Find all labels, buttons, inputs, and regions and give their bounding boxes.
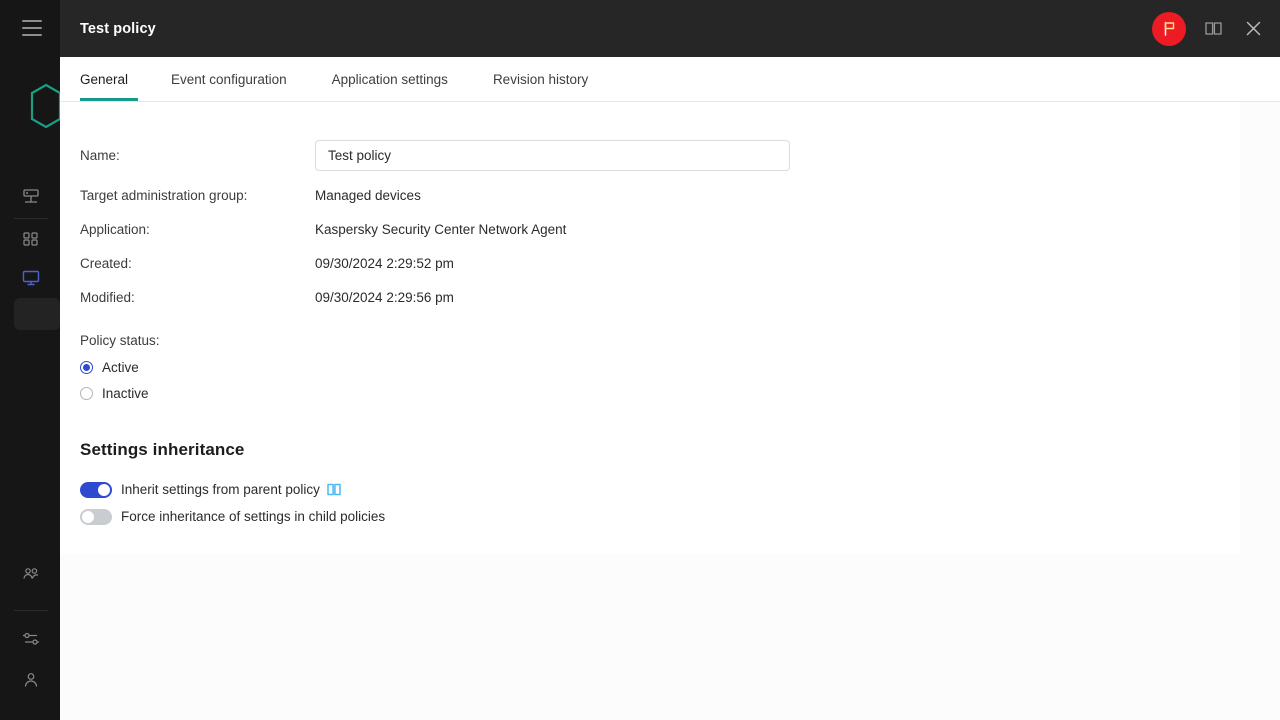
policy-properties-window: Test policy [60,0,1280,720]
field-created: Created: 09/30/2024 2:29:52 pm [80,246,1220,280]
book-icon [327,483,341,496]
radio-indicator [80,361,93,374]
close-icon [1244,19,1263,38]
sidebar-item-monitoring-reporting[interactable] [16,263,46,293]
tab-panel-general: Name: Target administration group: Manag… [60,102,1280,720]
general-settings-card: Name: Target administration group: Manag… [60,102,1240,554]
left-navigation-rail [0,0,60,720]
sidebar-divider [14,218,48,219]
policy-name-input[interactable] [315,140,790,171]
close-button[interactable] [1240,16,1266,42]
field-label-target-group: Target administration group: [80,188,315,203]
policy-status-label: Policy status: [80,333,1220,348]
field-label-name: Name: [80,148,315,163]
window-titlebar: Test policy [60,0,1280,57]
field-name: Name: [80,138,1220,172]
field-value-created: 09/30/2024 2:29:52 pm [315,256,454,271]
sidebar-item-operations[interactable] [16,624,46,654]
settings-inheritance-heading: Settings inheritance [80,440,1220,460]
sidebar-item-users-roles[interactable] [16,560,46,590]
toggle-switch[interactable] [80,509,112,525]
radio-policy-status-active[interactable]: Active [80,354,1220,380]
field-target-group: Target administration group: Managed dev… [80,178,1220,212]
field-label-application: Application: [80,222,315,237]
titlebar-actions [1152,12,1266,46]
inherit-help-button[interactable] [327,483,341,496]
radio-indicator [80,387,93,400]
hamburger-line [22,27,42,29]
sidebar-item-assets-devices[interactable] [16,224,46,254]
sidebar-item-administration-server[interactable] [16,182,46,212]
hamburger-line [22,34,42,36]
field-modified: Modified: 09/30/2024 2:29:56 pm [80,280,1220,314]
sidebar-item-account[interactable] [16,665,46,695]
tab-general[interactable]: General [80,57,138,101]
toggle-inherit-from-parent[interactable]: Inherit settings from parent policy [80,476,1220,503]
radio-label: Inactive [102,386,149,401]
sidebar-divider [14,610,48,611]
grid-apps-icon [21,229,41,249]
server-icon [21,187,41,207]
field-label-modified: Modified: [80,290,315,305]
toggle-label: Inherit settings from parent policy [121,482,320,497]
radio-label: Active [102,360,139,375]
main-menu-button[interactable] [22,20,42,36]
tab-label: General [80,72,128,87]
sidebar-active-indicator [14,298,60,330]
tab-application-settings[interactable]: Application settings [322,57,458,101]
notifications-flag-button[interactable] [1152,12,1186,46]
hamburger-line [22,20,42,22]
toggle-switch[interactable] [80,482,112,498]
book-icon [1204,19,1223,38]
help-button[interactable] [1200,16,1226,42]
toggle-label: Force inheritance of settings in child p… [121,509,385,524]
window-title: Test policy [80,21,1152,37]
radio-policy-status-inactive[interactable]: Inactive [80,380,1220,406]
field-label-created: Created: [80,256,315,271]
tab-event-configuration[interactable]: Event configuration [161,57,297,101]
tab-revision-history[interactable]: Revision history [483,57,598,101]
users-icon [21,565,41,585]
field-value-modified: 09/30/2024 2:29:56 pm [315,290,454,305]
flag-icon [1161,20,1178,37]
tab-label: Revision history [493,72,588,87]
field-value-target-group: Managed devices [315,188,421,203]
app-root: Test policy [0,0,1280,720]
monitor-icon [21,268,41,288]
person-icon [21,670,41,690]
tab-label: Application settings [332,72,448,87]
tab-bar: General Event configuration Application … [60,57,1280,102]
sliders-icon [21,629,41,649]
kaspersky-logo [16,82,60,130]
tab-label: Event configuration [171,72,287,87]
field-application: Application: Kaspersky Security Center N… [80,212,1220,246]
toggle-force-inheritance[interactable]: Force inheritance of settings in child p… [80,503,1220,530]
field-value-application: Kaspersky Security Center Network Agent [315,222,566,237]
